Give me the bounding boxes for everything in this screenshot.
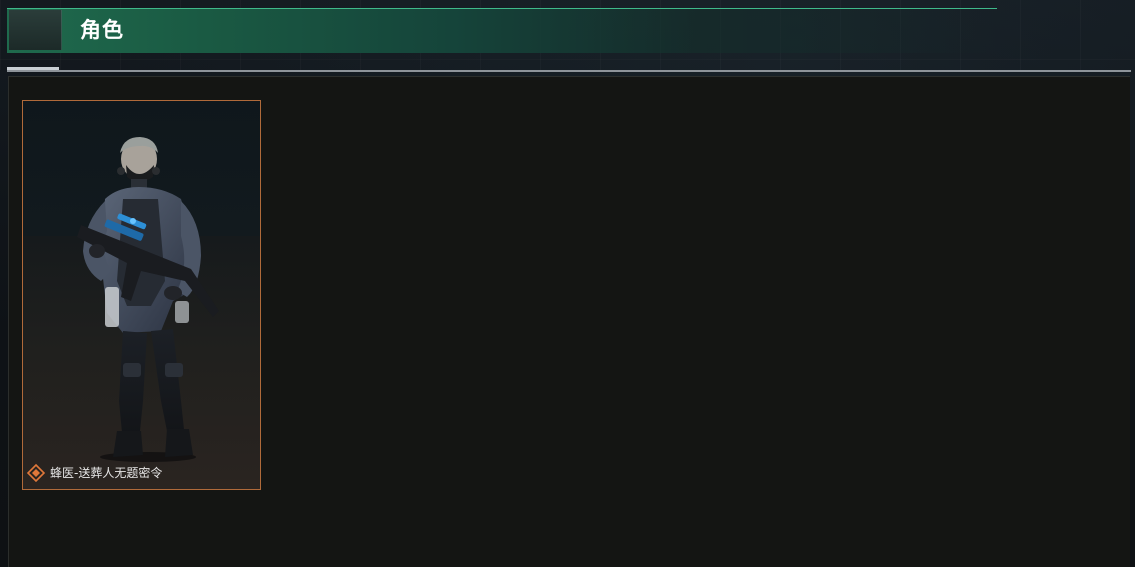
- tab-divider: [7, 70, 1131, 72]
- page-title: 角色: [80, 18, 124, 42]
- character-label: 蜂医-送葬人无题密令: [26, 463, 162, 483]
- tab-active-indicator: [7, 67, 59, 70]
- page: 角色 蜂医-送葬人无题密令: [0, 0, 1135, 567]
- character-portrait: [77, 137, 219, 462]
- header-back-tile[interactable]: [9, 10, 62, 50]
- character-name: 蜂医-送葬人无题密令: [50, 466, 163, 480]
- diamond-rarity-icon: [26, 463, 46, 483]
- character-card[interactable]: 蜂医-送葬人无题密令: [22, 100, 261, 490]
- header-bar: [7, 8, 997, 53]
